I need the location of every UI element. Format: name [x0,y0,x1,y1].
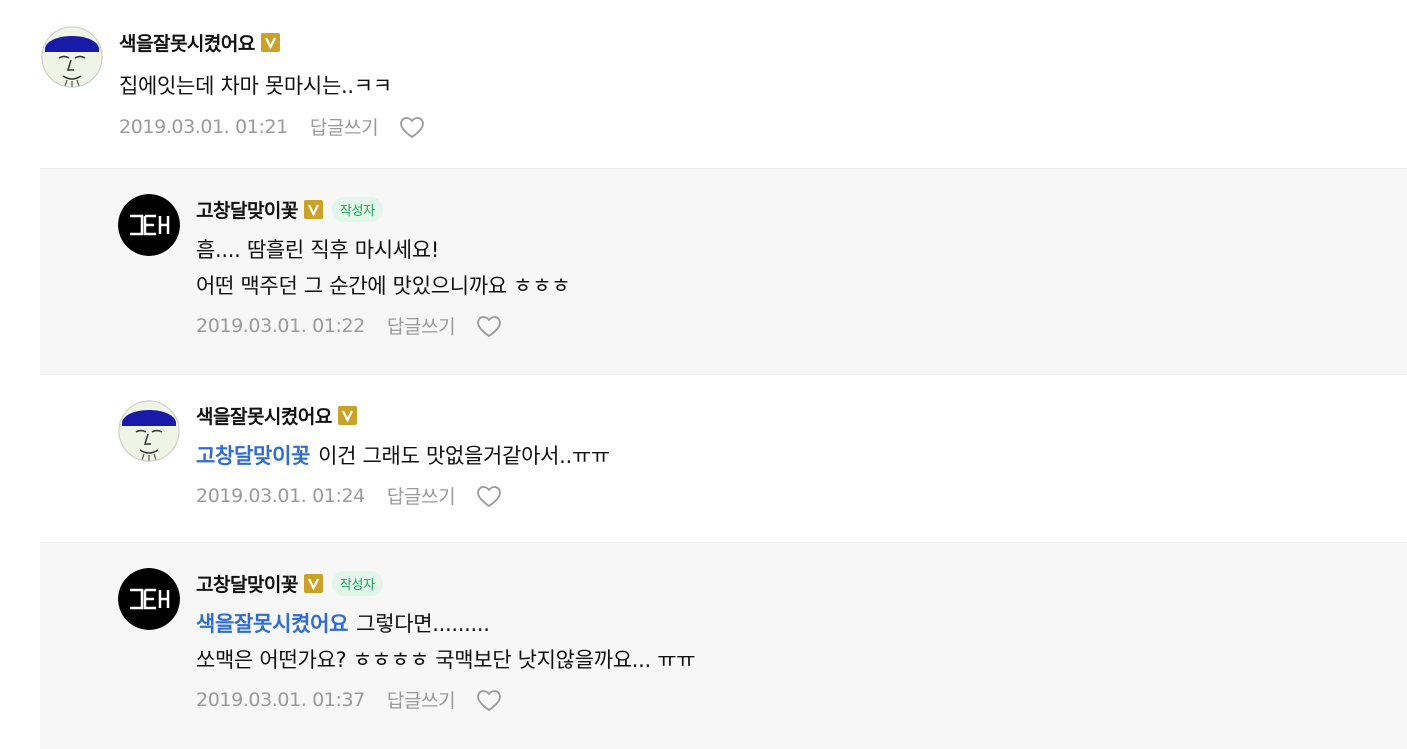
author-tag: 작성자 [331,570,383,596]
face-avatar-icon [118,400,180,462]
comment-text-line: 흠.... 땀흘린 직후 마시세요! [196,238,439,262]
heart-icon[interactable] [398,114,426,140]
avatar[interactable] [41,26,103,88]
logo-avatar-icon [118,568,180,630]
comment-text-line: 그렇다면......... [356,612,490,636]
avatar[interactable] [118,400,180,462]
heart-icon[interactable] [475,313,503,339]
comment-timestamp: 2019.03.01. 01:37 [196,688,365,711]
comment-item: 색을잘못시켰어요 집에잇는데 차마 못마시는..ㅋㅋ 2019.03.01. 0… [0,0,1407,168]
verified-badge-icon [303,199,323,219]
comment-text-line: 이건 그래도 맛없을거같아서..ㅠㅠ [318,444,610,468]
comment-timestamp: 2019.03.01. 01:21 [119,115,288,138]
avatar[interactable] [118,194,180,256]
verified-badge-icon [303,573,323,593]
reply-item: 고창달맞이꽃 작성자 흠.... 땀흘린 직후 마시세요! 어떤 맥주던 그 순… [40,168,1407,374]
mention-link[interactable]: 고창달맞이꽃 [196,444,310,468]
comment-timestamp: 2019.03.01. 01:22 [196,314,365,337]
logo-avatar-icon [118,194,180,256]
comment-text-line: 어떤 맥주던 그 순간에 맛있으니까요 ㅎㅎㅎ [196,274,571,298]
comment-text-line: 집에잇는데 차마 못마시는..ㅋㅋ [119,74,392,98]
comment-timestamp: 2019.03.01. 01:24 [196,484,365,507]
comment-author[interactable]: 색을잘못시켰어요 [196,402,332,429]
verified-badge-icon [260,32,280,52]
reply-button[interactable]: 답글쓰기 [387,482,456,509]
avatar[interactable] [118,568,180,630]
reply-item: 고창달맞이꽃 작성자 색을잘못시켰어요 그렇다면......... 쏘맥은 어떤가… [40,542,1407,749]
heart-icon[interactable] [475,687,503,713]
reply-button[interactable]: 답글쓰기 [310,113,379,140]
reply-button[interactable]: 답글쓰기 [387,312,456,339]
mention-link[interactable]: 색을잘못시켰어요 [196,612,348,636]
heart-icon[interactable] [475,483,503,509]
author-tag: 작성자 [331,196,383,222]
comment-author[interactable]: 고창달맞이꽃 [196,570,298,597]
comment-author[interactable]: 색을잘못시켰어요 [119,29,255,56]
verified-badge-icon [337,405,357,425]
comment-author[interactable]: 고창달맞이꽃 [196,196,298,223]
face-avatar-icon [41,26,103,88]
comment-text-line: 쏘맥은 어떤가요? ㅎㅎㅎㅎ 국맥보단 낫지않을까요... ㅠㅠ [196,648,696,672]
reply-item: 색을잘못시켰어요 고창달맞이꽃 이건 그래도 맛없을거같아서..ㅠㅠ 2019.0… [40,374,1407,542]
reply-button[interactable]: 답글쓰기 [387,686,456,713]
